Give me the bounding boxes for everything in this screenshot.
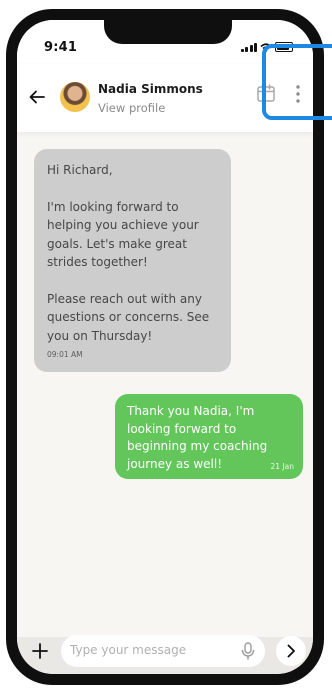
signal-icon: [240, 43, 257, 52]
back-arrow-icon[interactable]: [28, 88, 46, 106]
message-list: Hi Richard, I'm looking forward to helpi…: [17, 132, 313, 637]
incoming-message: Hi Richard, I'm looking forward to helpi…: [34, 149, 231, 372]
message-timestamp: 09:01 AM: [47, 350, 83, 359]
message-paragraph: I'm looking forward to helping you achie…: [47, 199, 199, 270]
send-button[interactable]: [276, 636, 306, 666]
message-input[interactable]: Type your message: [61, 635, 265, 667]
message-text: Thank you Nadia, I'm looking forward to …: [127, 404, 268, 471]
avatar[interactable]: [60, 82, 90, 112]
outgoing-message: Thank you Nadia, I'm looking forward to …: [115, 394, 303, 479]
microphone-icon[interactable]: [241, 642, 255, 660]
chevron-right-icon: [287, 644, 295, 658]
contact-name: Nadia Simmons: [98, 82, 203, 96]
view-profile-link[interactable]: View profile: [98, 101, 165, 115]
status-time: 9:41: [44, 40, 78, 55]
message-timestamp: 21 Jan: [270, 462, 295, 471]
message-paragraph: Please reach out with any questions or c…: [47, 291, 210, 343]
composer-bar: Type your message: [17, 635, 313, 674]
message-input-placeholder: Type your message: [70, 643, 187, 657]
notch: [104, 20, 232, 44]
highlight-box: [262, 44, 332, 120]
message-paragraph: Hi Richard,: [47, 163, 113, 177]
plus-icon[interactable]: [32, 643, 48, 659]
